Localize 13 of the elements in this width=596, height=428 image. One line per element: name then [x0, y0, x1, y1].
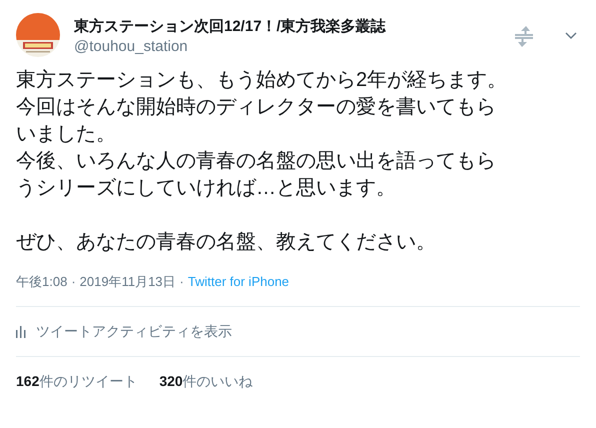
- separator-dot: ·: [180, 273, 184, 291]
- stat-count[interactable]: 320件のいいね: [159, 371, 253, 392]
- tweet-activity-link[interactable]: ツイートアクティビティを表示: [36, 320, 232, 342]
- source-link[interactable]: Twitter for iPhone: [188, 272, 290, 292]
- author-name[interactable]: 東方ステーション次回12/17！/東方我楽多叢誌: [74, 17, 512, 37]
- author-handle[interactable]: @touhou_station: [74, 37, 512, 57]
- tweet-text: 東方ステーションも、もう始めてから2年が経ちます。 今回はそんな開始時のディレクターの愛を書いてもら いました。 今後、いろんな人の青春の名盤の思い出を語ってもら うシリーズにしていければ…と思います。 ぜひ、あなたの青春の名盤、教えてください。: [16, 68, 508, 255]
- separator-dot: ·: [71, 273, 76, 291]
- stat-count[interactable]: 162件のリツイート: [16, 371, 138, 392]
- avatar-logo[interactable]: [16, 13, 60, 57]
- bar-chart-icon: [16, 324, 26, 338]
- tweet-date[interactable]: 2019年11月13日: [80, 272, 176, 292]
- tweet-time[interactable]: 午後1:08: [16, 272, 68, 292]
